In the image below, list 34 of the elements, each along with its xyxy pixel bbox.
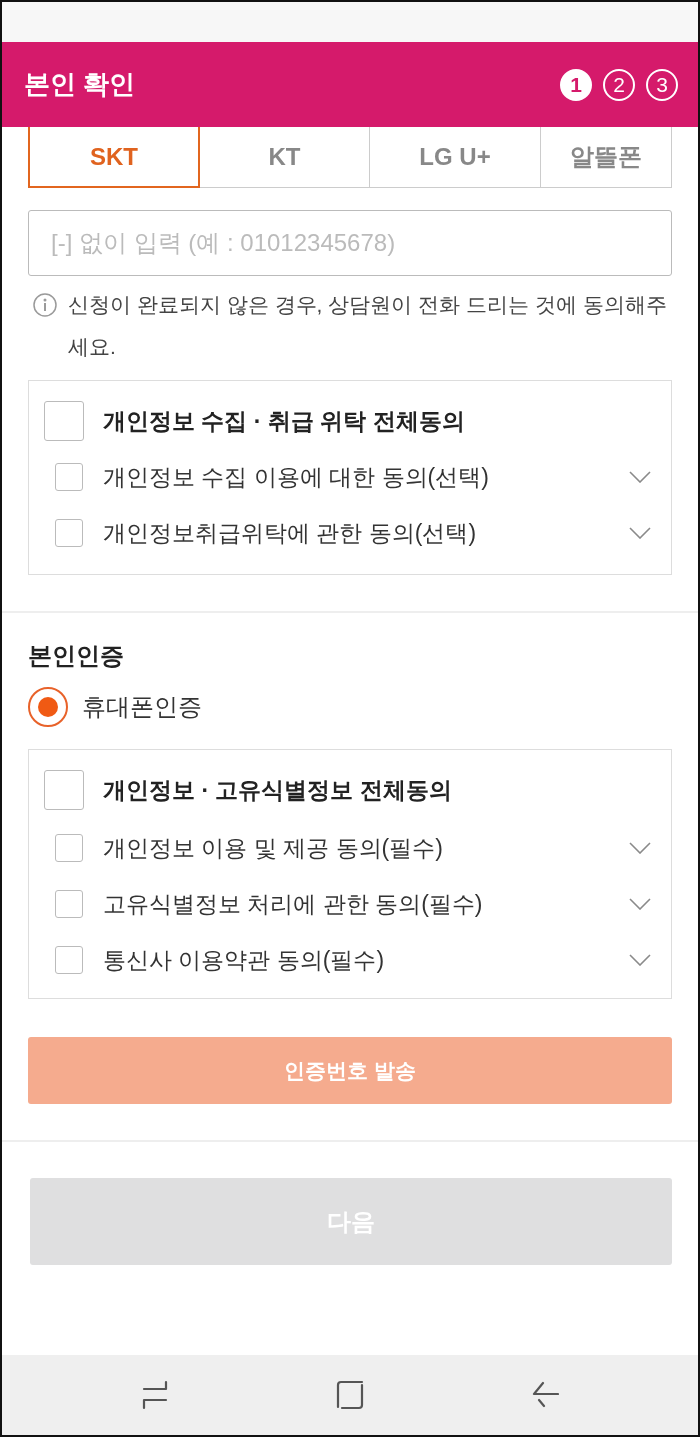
info-icon <box>33 293 57 317</box>
carrier-tab[interactable]: 알뜰폰 <box>540 127 672 188</box>
checkbox[interactable] <box>55 890 83 918</box>
consent-item-label: 개인정보 수집 이용에 대한 동의(선택) <box>103 462 490 492</box>
section-title: 본인인증 <box>28 641 125 671</box>
checkbox[interactable] <box>44 401 84 441</box>
carrier-tab[interactable]: SKT <box>28 127 200 188</box>
chevron-down-icon[interactable] <box>629 954 651 966</box>
consent-item-label: 통신사 이용약관 동의(필수) <box>103 945 386 975</box>
phone-input-field[interactable]: [-] 없이 입력 (예 : 01012345678) <box>28 210 672 276</box>
chevron-down-icon[interactable] <box>629 898 651 910</box>
consent-all-label: 개인정보 · 고유식별정보 전체동의 <box>103 775 452 805</box>
step-indicator: 2 <box>603 68 635 101</box>
page-title: 본인 확인 <box>24 68 136 101</box>
step-indicator: 3 <box>646 68 678 101</box>
chevron-down-icon[interactable] <box>629 842 651 854</box>
radio-label: 휴대폰인증 <box>82 692 202 722</box>
home-icon[interactable] <box>336 1380 364 1410</box>
consent-item-label: 개인정보 이용 및 제공 동의(필수) <box>103 833 444 863</box>
checkbox[interactable] <box>44 770 84 810</box>
consent-item-label: 개인정보취급위탁에 관한 동의(선택) <box>103 518 478 548</box>
checkbox[interactable] <box>55 946 83 974</box>
radio-button[interactable] <box>28 687 68 727</box>
back-icon[interactable] <box>531 1380 559 1410</box>
consent-all-label: 개인정보 수집 · 취급 위탁 전체동의 <box>103 406 465 436</box>
notice-text: 신청이 완료되지 않은 경우, 상담원이 전화 드리는 것에 동의해주세요. <box>68 292 668 360</box>
chevron-down-icon[interactable] <box>629 471 651 483</box>
step-indicator: 1 <box>560 68 592 101</box>
chevron-down-icon[interactable] <box>629 527 651 539</box>
consent-item-label: 고유식별정보 처리에 관한 동의(필수) <box>103 889 484 919</box>
checkbox[interactable] <box>55 463 83 491</box>
checkbox[interactable] <box>55 834 83 862</box>
recent-apps-icon[interactable] <box>141 1380 169 1410</box>
checkbox[interactable] <box>55 519 83 547</box>
